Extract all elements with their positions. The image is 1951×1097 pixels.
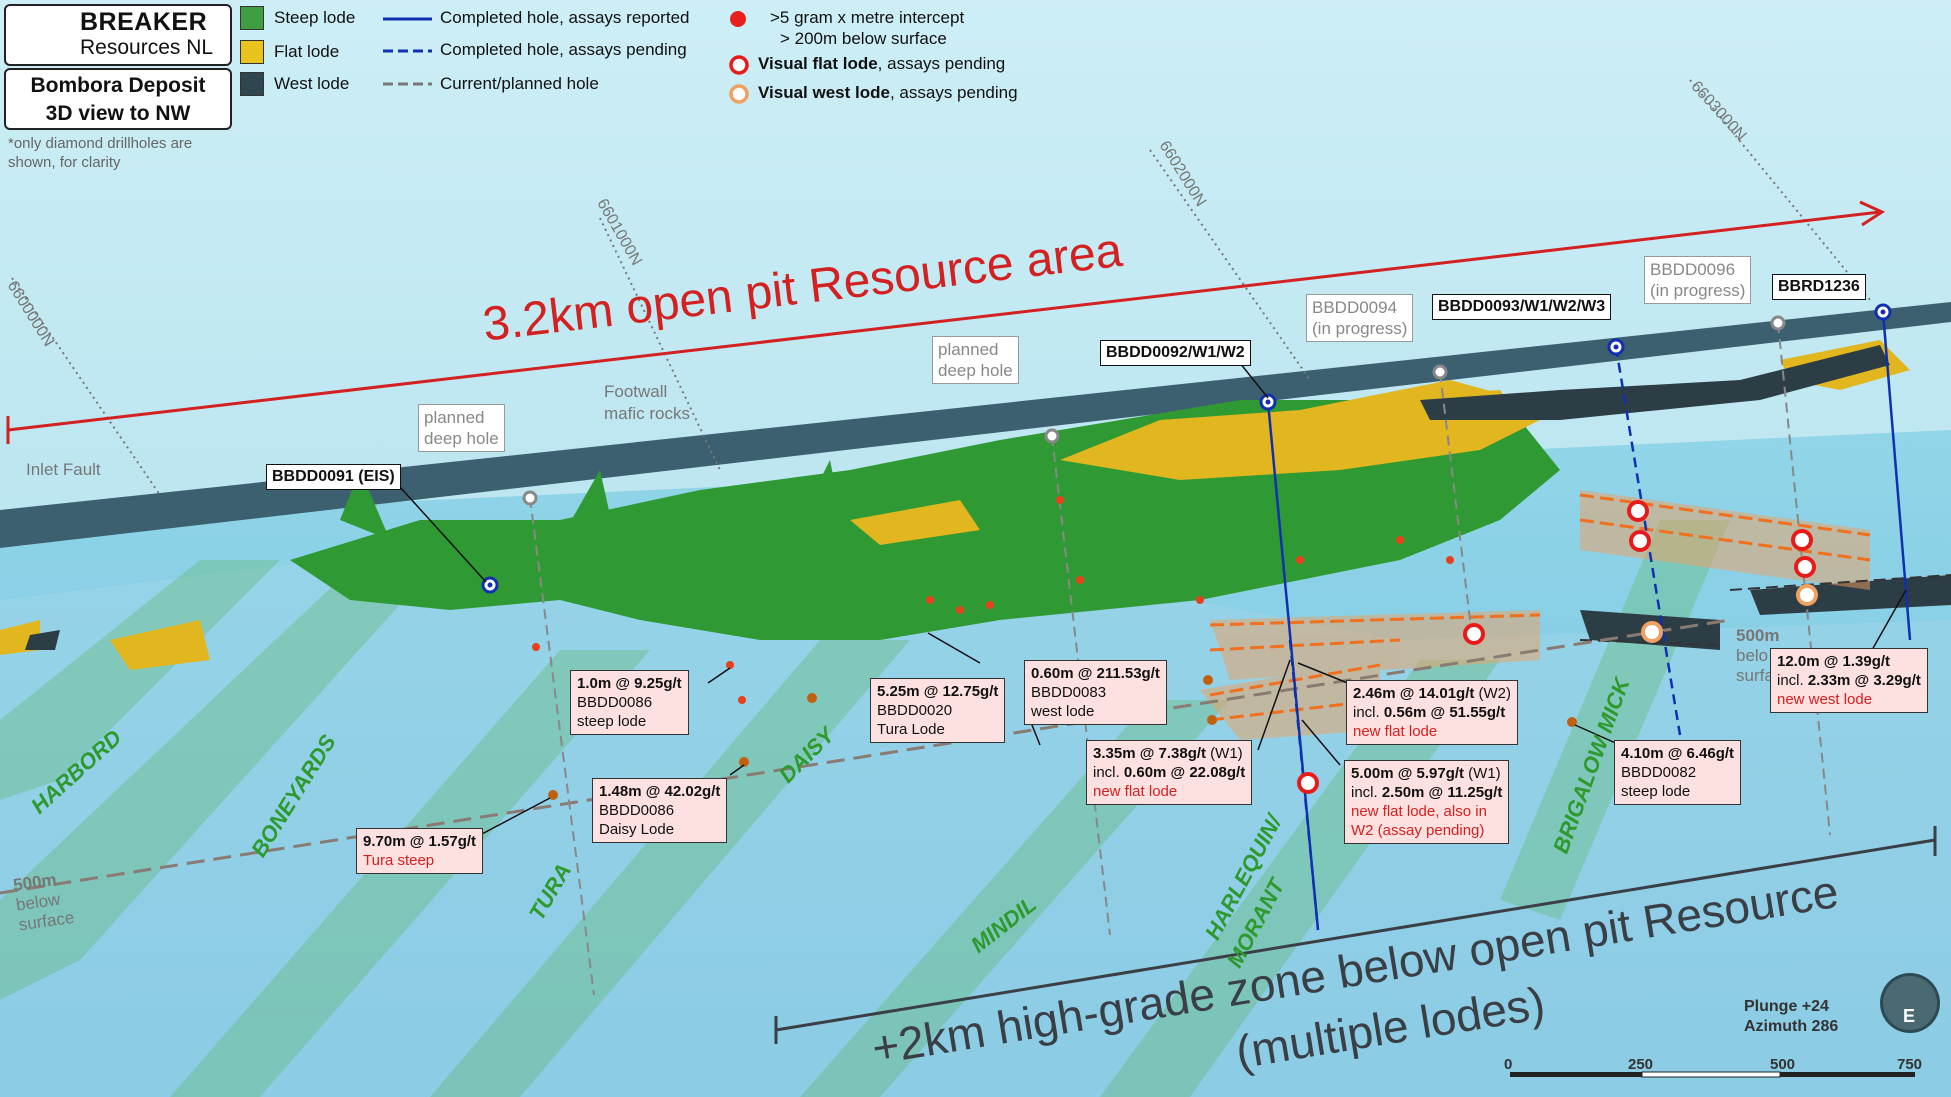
legend-intercept-2: > 200m below surface [780,29,947,48]
label-bbdd0096: BBDD0096 (in progress) [1644,256,1752,304]
legend-flat: Flat lode [274,42,340,61]
legend-intercept-1: >5 gram x metre intercept [770,8,965,27]
compass-letter: E [1903,1006,1916,1026]
callout-new-flat-lode-w1-w2: 5.00m @ 5.97g/t (W1) incl. 2.50m @ 11.25… [1344,760,1510,844]
label-bbdd0094: BBDD0094 (in progress) [1306,294,1414,342]
drillhole-note: *only diamond drillholes are shown, for … [8,135,193,171]
legend-planned: Current/planned hole [440,74,599,93]
legend-steep: Steep lode [274,8,356,27]
deposit-title: Bombora Deposit 3D view to NW [4,68,232,130]
callout-tura-lode: 5.25m @ 12.75g/t BBDD0020 Tura Lode [870,678,1006,743]
inlet-fault-label: Inlet Fault [26,460,101,479]
drillhole-label-bbrd1236: BBRD1236 [1772,274,1866,300]
legend-pending: Completed hole, assays pending [440,40,687,59]
callout-daisy-lode: 1.48m @ 42.02g/t BBDD0086 Daisy Lode [592,778,728,843]
steep-lode-swatch [240,6,264,30]
drillhole-label-bbdd0091: BBDD0091 (EIS) [266,464,401,490]
legend-west: West lode [274,74,350,93]
callout-west-lode-bbdd0083: 0.60m @ 211.53g/t BBDD0083 west lode [1024,660,1167,725]
callout-steep-lode-bbdd0082: 4.10m @ 6.46g/t BBDD0082 steep lode [1614,740,1742,805]
west-lode-swatch [240,72,264,96]
legend-visual-flat: Visual flat lode, assays pending [758,54,1006,73]
callout-new-west-lode: 12.0m @ 1.39g/t incl. 2.33m @ 3.29g/t ne… [1770,648,1928,713]
planned-deep-hole-1: planned deep hole [418,404,505,452]
drillhole-label-bbdd0092: BBDD0092/W1/W2 [1100,340,1251,366]
scale-label-500: 500 [1770,1056,1796,1073]
scale-label-0: 0 [1504,1056,1513,1073]
scale-label-250: 250 [1628,1056,1654,1073]
logo-subtitle: Resources NL [80,36,214,59]
scale-bar-graphic [1510,1071,1915,1078]
scale-label-750: 750 [1897,1056,1923,1073]
logo-name: BREAKER [80,8,208,36]
legend-visual-west: Visual west lode, assays pending [758,83,1018,102]
callout-tura-steep: 9.70m @ 1.57g/t Tura steep [356,828,484,874]
view-orientation: Plunge +24 Azimuth 286 [1744,998,1839,1035]
callout-bbdd0086-steep: 1.0m @ 9.25g/t BBDD0086 steep lode [570,670,689,735]
planned-deep-hole-2: planned deep hole [932,336,1019,384]
callout-new-flat-lode-w1: 3.35m @ 7.38g/t (W1) incl. 0.60m @ 22.08… [1086,740,1253,805]
legend-completed: Completed hole, assays reported [440,8,690,27]
footwall-label: Footwall mafic rocks [604,382,690,423]
flat-lode-swatch [240,40,264,64]
depth-label-left: 500m below surface [12,869,76,935]
drillhole-label-bbdd0093: BBDD0093/W1/W2/W3 [1432,294,1612,320]
callout-new-flat-lode-w2: 2.46m @ 14.01g/t (W2) incl. 0.56m @ 51.5… [1346,680,1519,745]
